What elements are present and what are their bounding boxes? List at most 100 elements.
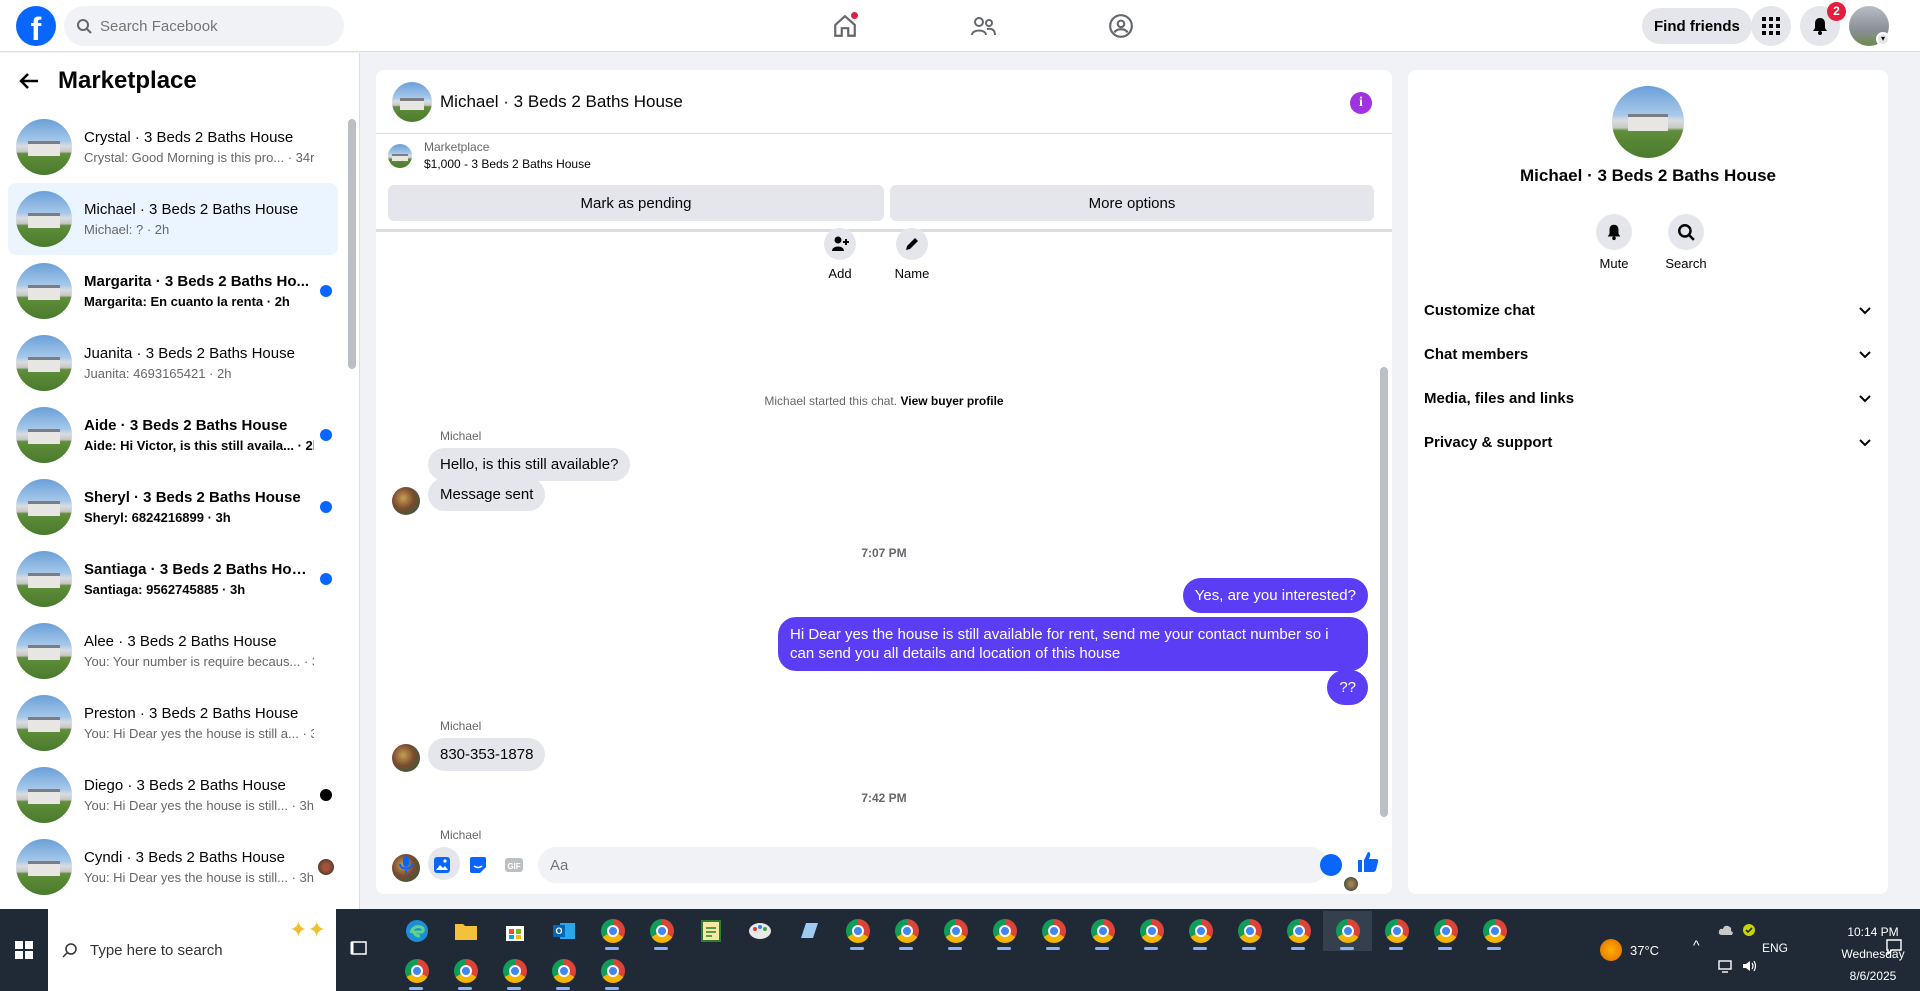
chrome-window[interactable] bbox=[1127, 911, 1176, 951]
start-button[interactable] bbox=[0, 909, 48, 991]
chrome-window[interactable] bbox=[1372, 911, 1421, 951]
outgoing-message[interactable]: ?? bbox=[1327, 670, 1368, 705]
file-explorer-app[interactable] bbox=[441, 911, 490, 951]
chrome-profile-app[interactable] bbox=[637, 911, 686, 951]
chrome-window[interactable] bbox=[980, 911, 1029, 951]
menu-button[interactable] bbox=[1751, 6, 1791, 46]
chrome-window[interactable] bbox=[1519, 911, 1568, 951]
nickname-action[interactable]: Name bbox=[882, 228, 942, 281]
chrome-window[interactable] bbox=[588, 951, 637, 991]
attach-photo-button[interactable] bbox=[424, 847, 460, 883]
add-member-action[interactable]: Add bbox=[810, 228, 870, 281]
conversation-item[interactable]: Aide · 3 Beds 2 Baths House Aide: Hi Vict… bbox=[8, 399, 338, 471]
conversation-item[interactable]: Margarita · 3 Beds 2 Baths Ho... Margarit… bbox=[8, 255, 338, 327]
conversation-item[interactable]: Preston · 3 Beds 2 Baths House You: Hi De… bbox=[8, 687, 338, 759]
chrome-window[interactable] bbox=[1225, 911, 1274, 951]
sender-avatar[interactable] bbox=[392, 744, 420, 772]
unread-dot bbox=[320, 573, 332, 585]
conversation-item[interactable]: Michael · 3 Beds 2 Baths House Michael: ?… bbox=[8, 183, 338, 255]
task-view-button[interactable] bbox=[350, 939, 368, 962]
listing-summary[interactable]: Marketplace $1,000 - 3 Beds 2 Baths Hous… bbox=[388, 140, 591, 171]
chrome-window[interactable] bbox=[441, 951, 490, 991]
chrome-window[interactable] bbox=[490, 951, 539, 991]
notifications-button[interactable]: 2 bbox=[1800, 2, 1846, 46]
conversation-item[interactable]: Diego · 3 Beds 2 Baths House You: Hi Dear… bbox=[8, 759, 338, 831]
search-box[interactable] bbox=[64, 6, 344, 46]
privacy-support-section[interactable]: Privacy & support bbox=[1424, 420, 1872, 464]
edge-app[interactable] bbox=[392, 911, 441, 951]
search-input[interactable] bbox=[100, 17, 320, 35]
conversation-item[interactable]: Sheryl · 3 Beds 2 Baths House Sheryl: 682… bbox=[8, 471, 338, 543]
voice-clip-button[interactable] bbox=[388, 847, 424, 883]
conversation-item[interactable]: Crystal · 3 Beds 2 Baths House Crystal: G… bbox=[8, 111, 338, 183]
profile-avatar[interactable] bbox=[1612, 86, 1684, 158]
weather-widget[interactable]: 37°C bbox=[1600, 939, 1659, 961]
search-in-chat-button[interactable]: Search bbox=[1660, 214, 1712, 271]
chrome-window[interactable] bbox=[931, 911, 980, 951]
chat-avatar[interactable] bbox=[392, 81, 432, 122]
language-indicator[interactable]: ENG bbox=[1762, 941, 1788, 955]
like-button[interactable] bbox=[1356, 850, 1380, 879]
paint-app[interactable] bbox=[735, 911, 784, 951]
conversation-item[interactable]: Santiaga · 3 Beds 2 Baths House Santiaga:… bbox=[8, 543, 338, 615]
info-icon[interactable]: i bbox=[1350, 92, 1372, 114]
sticker-button[interactable] bbox=[460, 847, 496, 883]
facebook-logo[interactable]: f bbox=[16, 6, 56, 47]
conversation-item[interactable]: Alee · 3 Beds 2 Baths House You: Your num… bbox=[8, 615, 338, 687]
sender-avatar[interactable] bbox=[392, 487, 420, 515]
conversation-name: Diego · 3 Beds 2 Baths House bbox=[84, 777, 286, 794]
chrome-window[interactable] bbox=[539, 951, 588, 991]
incoming-message[interactable]: 830-353-1878 bbox=[428, 738, 546, 771]
home-nav-button[interactable] bbox=[776, 0, 914, 52]
outgoing-message[interactable]: Hi Dear yes the house is still available… bbox=[778, 617, 1368, 671]
chrome-window[interactable] bbox=[882, 911, 931, 951]
outgoing-message[interactable]: Yes, are you interested? bbox=[1182, 578, 1368, 613]
security-icon[interactable] bbox=[1742, 923, 1756, 937]
chrome-window[interactable] bbox=[833, 911, 882, 951]
store-app[interactable] bbox=[490, 911, 539, 951]
view-buyer-profile-link[interactable]: View buyer profile bbox=[900, 394, 1003, 408]
media-files-section[interactable]: Media, files and links bbox=[1424, 376, 1872, 420]
back-arrow-icon[interactable] bbox=[18, 70, 40, 92]
taskbar-search[interactable]: Type here to search ✦✦ bbox=[48, 909, 336, 991]
app-launcher[interactable] bbox=[784, 911, 833, 951]
chevron-up-icon[interactable]: ^ bbox=[1693, 937, 1700, 953]
cloud-icon[interactable] bbox=[1718, 923, 1734, 937]
chat-members-section[interactable]: Chat members bbox=[1424, 332, 1872, 376]
sidebar-scrollbar[interactable] bbox=[348, 119, 356, 369]
action-center-button[interactable] bbox=[1886, 939, 1902, 958]
chat-scrollbar[interactable] bbox=[1380, 367, 1388, 817]
chrome-window[interactable] bbox=[1078, 911, 1127, 951]
mark-pending-button[interactable]: Mark as pending bbox=[388, 185, 884, 221]
chevron-down-icon[interactable]: ▾ bbox=[1876, 32, 1890, 46]
chrome-icon bbox=[649, 919, 674, 943]
search-icon bbox=[1678, 224, 1695, 241]
chrome-window[interactable] bbox=[392, 951, 441, 991]
gif-button[interactable]: GIF bbox=[496, 847, 532, 883]
incoming-message[interactable]: Message sent bbox=[428, 478, 546, 511]
more-options-button[interactable]: More options bbox=[890, 185, 1374, 221]
message-input[interactable] bbox=[538, 847, 1328, 883]
volume-icon[interactable] bbox=[1742, 959, 1758, 973]
chrome-window[interactable] bbox=[1274, 911, 1323, 951]
conversation-item[interactable]: Juanita · 3 Beds 2 Baths House Juanita: 4… bbox=[8, 327, 338, 399]
chrome-window[interactable] bbox=[1421, 911, 1470, 951]
outlook-app[interactable]: O bbox=[539, 911, 588, 951]
chrome-window[interactable] bbox=[1176, 911, 1225, 951]
mute-button[interactable]: Mute bbox=[1588, 214, 1640, 271]
conversation-item[interactable]: Cyndi · 3 Beds 2 Baths House You: Hi Dear… bbox=[8, 831, 338, 903]
friends-nav-button[interactable] bbox=[914, 0, 1052, 52]
incoming-message[interactable]: Hello, is this still available? bbox=[428, 448, 631, 481]
chrome-window[interactable] bbox=[1470, 911, 1519, 951]
chat-title[interactable]: Michael · 3 Beds 2 Baths House bbox=[440, 92, 683, 112]
chrome-app[interactable] bbox=[588, 911, 637, 951]
chrome-window-active[interactable] bbox=[1323, 911, 1372, 951]
emoji-icon[interactable] bbox=[1320, 854, 1342, 876]
network-icon[interactable] bbox=[1718, 959, 1734, 973]
groups-nav-button[interactable] bbox=[1052, 0, 1190, 52]
clock[interactable]: 10:14 PM Wednesday 8/6/2025 bbox=[1828, 921, 1918, 987]
notes-app[interactable] bbox=[686, 911, 735, 951]
chrome-window[interactable] bbox=[1029, 911, 1078, 951]
find-friends-button[interactable]: Find friends bbox=[1642, 8, 1752, 44]
customize-chat-section[interactable]: Customize chat bbox=[1424, 288, 1872, 332]
